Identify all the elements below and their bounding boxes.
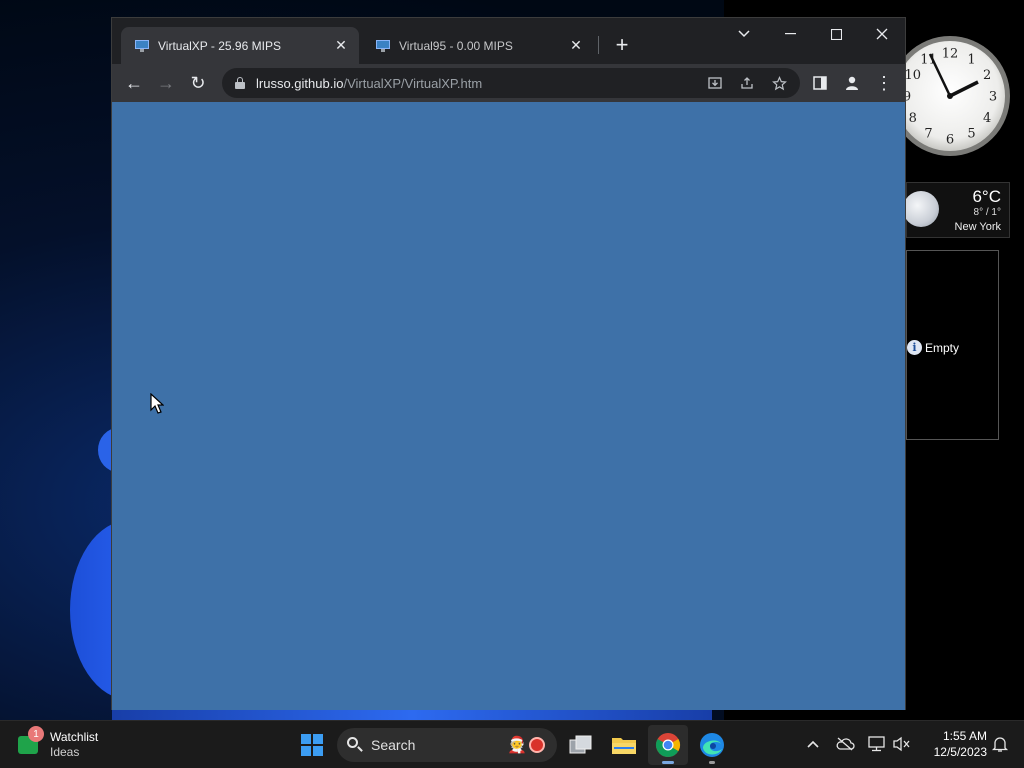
- gingerbread-icon: 🧑‍🎄: [507, 737, 527, 754]
- close-tab-icon[interactable]: ✕: [566, 36, 586, 56]
- volume-button[interactable]: [891, 733, 913, 755]
- system-clock[interactable]: 1:55 AM 12/5/2023: [921, 728, 987, 760]
- new-tab-button[interactable]: +: [610, 33, 634, 57]
- start-button[interactable]: [292, 725, 332, 765]
- url-host: lrusso.github.io: [256, 75, 344, 91]
- clock-numeral: 4: [983, 111, 991, 126]
- task-view-button[interactable]: [561, 725, 601, 765]
- install-icon[interactable]: [706, 74, 724, 92]
- menu-button[interactable]: ⋮: [870, 69, 898, 97]
- clock-numeral: 12: [942, 47, 959, 62]
- weather-temperature: 6°C: [972, 187, 1001, 206]
- task-view-icon: [569, 735, 592, 754]
- chrome-button[interactable]: [648, 725, 688, 765]
- network-icon: [868, 736, 885, 752]
- mouse-cursor-icon: [150, 393, 164, 414]
- profile-button[interactable]: [838, 69, 866, 97]
- back-button[interactable]: ←: [120, 69, 148, 97]
- edge-icon: [700, 733, 724, 757]
- clock-numeral: 6: [946, 133, 954, 148]
- maximize-button[interactable]: [813, 18, 859, 50]
- network-button[interactable]: [866, 733, 888, 755]
- lock-icon[interactable]: [235, 77, 245, 89]
- tab-title: VirtualXP - 25.96 MIPS: [158, 38, 281, 53]
- moon-icon: [903, 191, 939, 227]
- clock-numeral: 10: [905, 68, 922, 83]
- reload-button[interactable]: ↻: [184, 69, 212, 97]
- page-viewport[interactable]: [112, 102, 905, 710]
- maximize-icon: [830, 28, 842, 40]
- clock-numeral: 1: [967, 52, 975, 67]
- widgets-button[interactable]: 1 Watchlist Ideas: [18, 726, 99, 761]
- onedrive-button[interactable]: [834, 733, 856, 755]
- close-window-button[interactable]: [859, 18, 905, 50]
- clock-numeral: 8: [909, 111, 917, 126]
- widgets-title: Watchlist: [50, 730, 99, 744]
- url-path: /VirtualXP/VirtualXP.htm: [343, 75, 483, 91]
- weather-gadget: 6°C 8° / 1° New York: [903, 182, 1010, 238]
- notifications-button[interactable]: [989, 733, 1011, 755]
- chevron-up-icon: [807, 740, 819, 748]
- tab-virtualxp[interactable]: VirtualXP - 25.96 MIPS ✕: [121, 27, 359, 64]
- tab-title: Virtual95 - 0.00 MIPS: [399, 38, 513, 53]
- side-panel-icon: [813, 76, 827, 90]
- folder-icon: [612, 738, 636, 754]
- edge-button[interactable]: [692, 725, 732, 765]
- cloud-off-icon: [836, 737, 855, 751]
- chrome-icon: [655, 733, 681, 758]
- status-gadget: i Empty: [906, 250, 999, 440]
- taskbar: 1 Watchlist Ideas Search 🧑‍🎄: [0, 720, 1024, 768]
- stock-chart-icon: 1: [18, 726, 44, 754]
- url-text[interactable]: lrusso.github.io/VirtualXP/VirtualXP.htm: [256, 76, 482, 91]
- address-bar[interactable]: lrusso.github.io/VirtualXP/VirtualXP.htm: [222, 68, 800, 98]
- close-icon: [876, 28, 888, 40]
- forward-button[interactable]: →: [152, 69, 180, 97]
- close-tab-icon[interactable]: ✕: [331, 36, 351, 56]
- search-icon: [347, 737, 363, 753]
- file-explorer-button[interactable]: [604, 725, 644, 765]
- info-icon: i: [907, 340, 922, 355]
- clock-numeral: 2: [983, 68, 991, 83]
- status-label: Empty: [925, 340, 960, 355]
- running-indicator: [709, 761, 715, 764]
- weather-range: 8° / 1°: [973, 207, 1001, 218]
- browser-window: VirtualXP - 25.96 MIPS ✕ Virtual95 - 0.0…: [111, 17, 906, 710]
- clock-numeral: 7: [924, 127, 932, 142]
- chevron-down-icon: [738, 30, 750, 38]
- search-placeholder: Search: [371, 737, 416, 753]
- weather-city: New York: [954, 221, 1001, 233]
- active-indicator: [662, 761, 674, 764]
- clock-numeral: 5: [967, 127, 975, 142]
- star-icon[interactable]: [770, 74, 788, 92]
- record-icon: [529, 737, 545, 753]
- tab-strip: VirtualXP - 25.96 MIPS ✕ Virtual95 - 0.0…: [112, 18, 905, 64]
- volume-muted-icon: [893, 736, 910, 752]
- minimize-button[interactable]: [767, 18, 813, 50]
- tab-virtual95[interactable]: Virtual95 - 0.00 MIPS ✕: [362, 27, 594, 64]
- widgets-subtitle: Ideas: [50, 745, 80, 759]
- clock-date: 12/5/2023: [933, 745, 987, 759]
- analog-clock-gadget: 12 1234567891011: [892, 36, 1010, 156]
- browser-toolbar: ← → ↻ lrusso.github.io/VirtualXP/Virtual…: [112, 64, 905, 102]
- clock-time: 1:55 AM: [942, 729, 987, 743]
- clock-numeral: 3: [989, 90, 997, 105]
- notification-badge: 1: [28, 726, 44, 742]
- taskbar-search[interactable]: Search 🧑‍🎄: [337, 728, 557, 762]
- clock-center: [947, 93, 953, 99]
- status-row: i Empty: [907, 340, 959, 355]
- monitor-icon: [376, 39, 390, 52]
- profile-icon: [846, 76, 858, 90]
- share-icon[interactable]: [738, 74, 756, 92]
- windows-logo-icon: [301, 734, 323, 756]
- monitor-icon: [135, 39, 149, 52]
- show-hidden-icons-button[interactable]: [802, 733, 824, 755]
- tab-separator: [598, 36, 599, 54]
- side-panel-button[interactable]: [806, 69, 834, 97]
- minimize-icon: [784, 33, 796, 35]
- tab-search-button[interactable]: [721, 18, 767, 50]
- notification-bell-icon: [991, 737, 1009, 752]
